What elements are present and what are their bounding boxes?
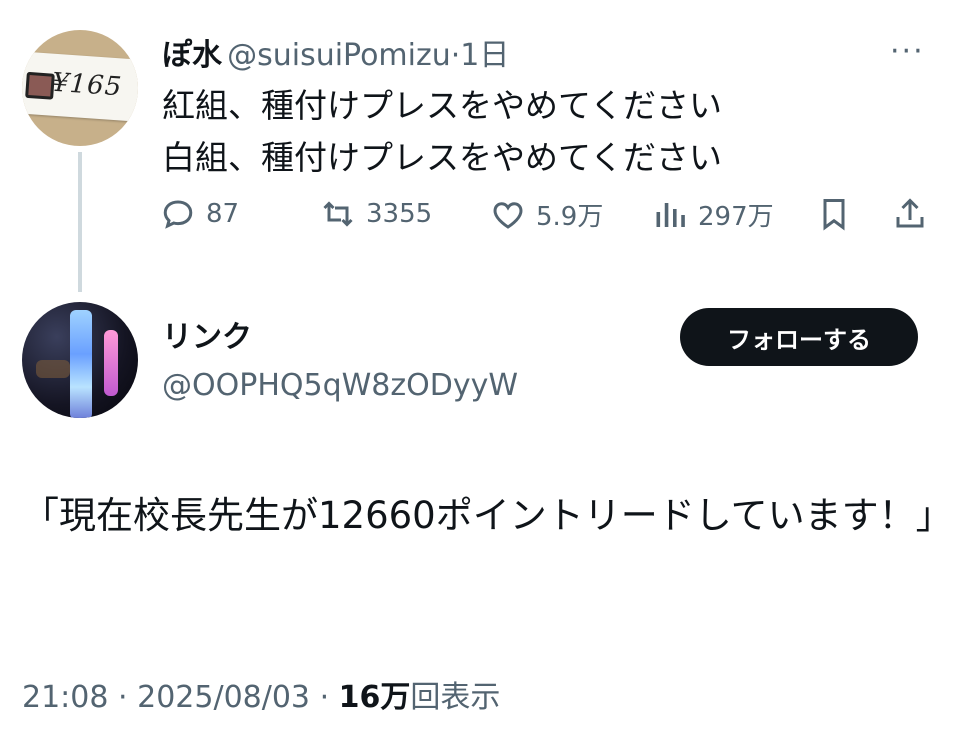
like-button[interactable]: 5.9万 <box>490 196 603 233</box>
reply-handle[interactable]: @OOPHQ5qW8zODyyW <box>162 368 518 403</box>
reply-display-name[interactable]: リンク <box>162 312 252 356</box>
avatar[interactable]: ¥165 <box>22 30 138 146</box>
share-icon <box>896 198 924 228</box>
bookmark-icon <box>823 199 845 231</box>
share-button[interactable] <box>892 196 928 232</box>
avatar-price-text: ¥165 <box>51 67 124 103</box>
avatar-pillar <box>70 310 92 418</box>
reply-count: 87 <box>206 199 240 229</box>
follow-button[interactable]: フォローする <box>680 308 918 366</box>
thread-line <box>78 152 82 292</box>
view-count: 16万 <box>338 680 411 715</box>
footer-separator: · <box>118 680 128 715</box>
views-count: 297万 <box>698 202 774 232</box>
avatar-paper: ¥165 <box>22 51 138 123</box>
views-button[interactable]: 297万 <box>652 196 774 233</box>
reply-avatar[interactable] <box>22 302 138 418</box>
like-count: 5.9万 <box>536 202 604 232</box>
tweet-line: 白組、種付けプレスをやめてください <box>162 138 723 177</box>
reply-text: 「現在校長先生が12660ポイントリードしています！」 <box>22 494 953 537</box>
action-bar: 87 3355 5.9万 297万 <box>160 196 940 246</box>
reply-icon <box>163 200 193 229</box>
more-icon[interactable]: ··· <box>890 34 925 69</box>
views-icon <box>656 202 685 227</box>
tweet-footer: 21:08 · 2025/08/03 · 16万回表示 <box>22 672 500 716</box>
post-date[interactable]: 2025/08/03 <box>137 680 310 715</box>
tweet-age[interactable]: 1日 <box>460 38 509 73</box>
footer-separator: · <box>319 680 330 715</box>
view-suffix: 回表示 <box>410 680 501 715</box>
tweet-line: 紅組、種付けプレスをやめてください <box>162 86 723 125</box>
tweet-header: ぽ水 @suisuiPomizu·1日 <box>162 30 509 74</box>
reply-button[interactable]: 87 <box>160 196 239 232</box>
like-icon <box>493 201 523 229</box>
tweet-text: 紅組、種付けプレスをやめてください 白組、種付けプレスをやめてください <box>162 80 722 184</box>
retweet-count: 3355 <box>366 199 433 229</box>
retweet-button[interactable]: 3355 <box>320 196 432 232</box>
display-name[interactable]: ぽ水 <box>162 38 222 73</box>
post-time[interactable]: 21:08 <box>22 680 108 715</box>
avatar-ground <box>36 360 70 378</box>
handle[interactable]: @suisuiPomizu <box>227 38 451 73</box>
retweet-icon <box>323 201 353 227</box>
avatar-pillar <box>104 330 118 396</box>
separator: · <box>450 38 461 73</box>
bookmark-button[interactable] <box>816 196 852 232</box>
